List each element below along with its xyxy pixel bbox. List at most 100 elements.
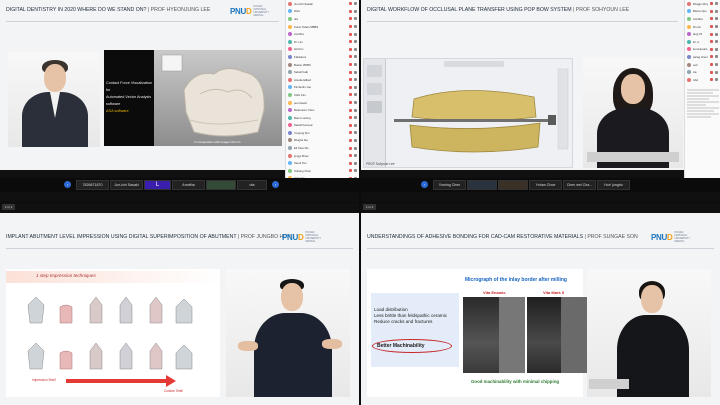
avatar — [288, 138, 292, 143]
participant-list-item[interactable]: lang 15 — [685, 30, 720, 38]
participant-list-item[interactable]: Jun-ichi Sasaki — [286, 0, 359, 8]
participant-list-item[interactable]: Dr.Lim — [685, 23, 720, 31]
participant-tile[interactable]: Chen wei Cha... — [563, 180, 596, 190]
dental-model-scan — [394, 68, 569, 153]
participant-list-item[interactable]: Fabieleus — [286, 53, 359, 61]
avatar — [687, 1, 691, 6]
avatar — [288, 16, 292, 21]
participant-list-item[interactable]: Youjung Kim — [286, 129, 359, 137]
participant-list-item[interactable]: CHG Kim — [286, 91, 359, 99]
camera-off-icon — [354, 93, 357, 97]
camera-off-icon — [715, 78, 718, 82]
participant-list-item[interactable]: Sebell Falk — [286, 68, 359, 76]
mic-muted-icon — [710, 55, 713, 59]
participant-list-item[interactable]: Mingha bia — [286, 137, 359, 145]
mic-muted-icon — [710, 63, 713, 67]
cad-software-window: PROF Sohyoun Lee — [363, 58, 573, 168]
next-page-button[interactable]: › — [272, 181, 279, 188]
participant-list-item[interactable]: jungyi Brow — [286, 152, 359, 160]
avatar — [288, 108, 292, 113]
participant-list-item[interactable]: Abd — [685, 76, 720, 84]
camera-off-icon — [354, 9, 357, 13]
mic-muted-icon — [349, 40, 352, 44]
participant-name: Youjung Kim — [294, 130, 310, 135]
participant-list-item[interactable]: Suhang Chen — [286, 167, 359, 175]
participant-list-item[interactable]: Sebell Kamouc — [286, 122, 359, 130]
participant-name: Sebell Falk — [294, 70, 308, 75]
bullet-box: Load distribution Less brittle than feld… — [371, 293, 459, 367]
participant-tile[interactable]: Jun-ichi Sasaki — [110, 180, 143, 190]
view-indicator[interactable]: 1 in 1 — [363, 204, 377, 210]
camera-off-icon — [715, 70, 718, 74]
prev-page-button[interactable]: ‹ — [64, 181, 71, 188]
avatar — [687, 39, 691, 44]
mic-muted-icon — [349, 47, 352, 51]
mic-muted-icon — [710, 78, 713, 82]
avatar — [687, 70, 691, 75]
participant-list-item[interactable]: Dr. A — [685, 38, 720, 46]
participant-list-item[interactable]: Amelie Eilbert — [286, 76, 359, 84]
avatar — [687, 24, 691, 29]
participant-tile[interactable]: L — [144, 180, 171, 190]
participant-name: pou bassit — [294, 100, 307, 105]
mic-muted-icon — [710, 47, 713, 51]
mic-muted-icon — [349, 78, 352, 82]
shared-video-dark: Contact Force Visualization for Automate… — [104, 50, 154, 146]
participant-list-item[interactable]: Dr. Lim — [286, 38, 359, 46]
participant-tile[interactable] — [498, 180, 528, 190]
camera-off-icon — [354, 78, 357, 82]
participant-name: CHG Kim — [294, 92, 306, 97]
participant-list-item[interactable]: Carmela — [286, 175, 359, 178]
participant-list-item[interactable]: Amritha — [286, 30, 359, 38]
avatar — [288, 47, 292, 52]
participant-name: Mokonson Chen — [294, 108, 315, 113]
camera-off-icon — [354, 176, 357, 178]
mic-muted-icon — [349, 63, 352, 67]
participant-list-item[interactable]: ofa — [286, 15, 359, 23]
participant-list-item[interactable]: pou bassit — [286, 99, 359, 107]
participant-tile[interactable]: 7826871870 — [76, 180, 109, 190]
chat-messages — [687, 88, 719, 158]
participant-list-item[interactable]: Bianco lipo — [685, 8, 720, 16]
participant-tile[interactable]: ofa — [237, 180, 267, 190]
participant-list-item[interactable]: ooh — [685, 61, 720, 69]
camera-off-icon — [354, 32, 357, 36]
participant-list-item[interactable]: kumeleoal Hesti — [685, 46, 720, 54]
slide-content: 1 step Impression techniques Impression … — [6, 269, 220, 397]
participant-tile[interactable] — [206, 180, 236, 190]
participant-list-item[interactable]: Bodou 35056 — [286, 61, 359, 69]
camera-off-icon — [715, 40, 718, 44]
prev-page-button[interactable]: ‹ — [421, 181, 428, 188]
avatar — [288, 9, 292, 14]
participant-tile[interactable] — [467, 180, 497, 190]
panel-bottom-right: 1 in 1 UNDERSTANDINGS OF ADHESIVE BONDIN… — [361, 203, 720, 405]
participant-list-item[interactable]: HA Kim — [286, 46, 359, 54]
mic-muted-icon — [349, 32, 352, 36]
participant-name: jungyi Brow — [294, 153, 309, 158]
view-indicator[interactable]: 1 in 1 — [2, 204, 16, 210]
participant-list-item[interactable]: Aa — [685, 68, 720, 76]
participant-tile[interactable]: Yohan Choe — [529, 180, 562, 190]
participant-name: Seoul Tan — [294, 161, 307, 166]
participant-list-item[interactable]: Eli Tane Mo — [286, 144, 359, 152]
participant-name: Suhang Chen — [294, 168, 312, 173]
participant-name: ooh — [693, 62, 698, 67]
participant-list-item[interactable]: Kimberlin Joe — [286, 84, 359, 92]
participant-tile[interactable]: Hur! jungbo — [597, 180, 630, 190]
participant-tile[interactable]: Amritha — [172, 180, 205, 190]
participant-list-item[interactable]: iPad — [286, 8, 359, 16]
participant-list-item[interactable]: Seoul Tan — [286, 159, 359, 167]
participant-name: kumeleoal Hesti — [693, 47, 708, 52]
participant-list-item[interactable]: Mokonson Chen — [286, 106, 359, 114]
mic-muted-icon — [349, 55, 352, 59]
participant-name: Kimberlin Joe — [294, 85, 311, 90]
participant-list-item[interactable]: Rami Lorieng — [286, 114, 359, 122]
participant-list-item[interactable]: Amritha — [685, 15, 720, 23]
mic-muted-icon — [349, 146, 352, 150]
pnud-logo: PNUD PUSAN NATIONAL UNIVERSITY DENTAL — [230, 5, 270, 17]
participant-list-item[interactable]: Mingjiu Ding — [685, 0, 720, 8]
participant-tile[interactable]: Yuming Chen — [433, 180, 466, 190]
camera-off-icon — [354, 25, 357, 29]
participant-list-item[interactable]: Kunio Tahan MBBS — [286, 23, 359, 31]
participant-list-item[interactable]: parag chemb — [685, 53, 720, 61]
